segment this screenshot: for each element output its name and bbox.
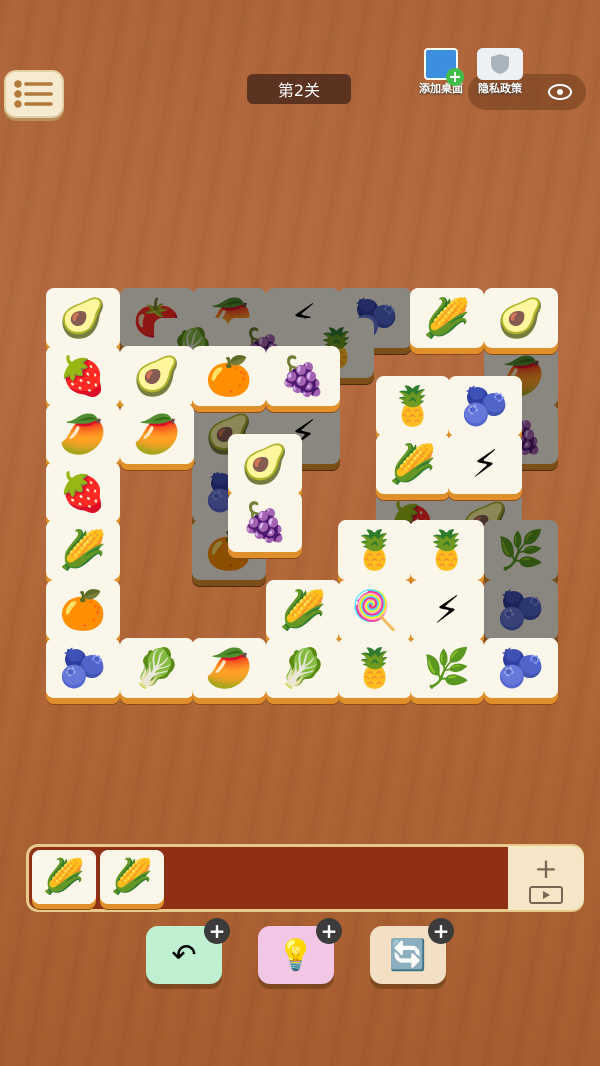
- plus-icon: +: [534, 851, 558, 885]
- undo-button[interactable]: ↶ +: [146, 918, 230, 984]
- hint-button[interactable]: 💡 +: [258, 918, 342, 984]
- tile-herb[interactable]: 🌿: [410, 638, 484, 698]
- tile-orange[interactable]: 🍊: [192, 346, 266, 406]
- shuffle-icon: 🔄: [389, 937, 427, 973]
- tile-candy[interactable]: 🍭: [338, 580, 412, 640]
- tile-blueberry[interactable]: 🫐: [448, 376, 522, 436]
- tile-pineapple[interactable]: 🍍: [376, 376, 450, 436]
- tile-corn[interactable]: 🌽: [410, 288, 484, 348]
- tile-corn[interactable]: 🌽: [266, 580, 340, 640]
- tile-papaya[interactable]: 🥭: [120, 404, 194, 464]
- hint-icon: 💡: [277, 937, 315, 973]
- tile-lightning[interactable]: ⚡: [410, 580, 484, 640]
- tile-avocado[interactable]: 🥑: [228, 434, 302, 494]
- tile-papaya[interactable]: 🥭: [192, 638, 266, 698]
- tile-grape[interactable]: 🍇: [266, 346, 340, 406]
- tile-grape[interactable]: 🍇: [228, 492, 302, 552]
- tile-strawberry[interactable]: 🍓: [46, 462, 120, 522]
- tile-pineapple[interactable]: 🍍: [338, 520, 412, 580]
- undo-icon: ↶: [171, 937, 197, 973]
- tray-tile-corn: 🌽: [32, 850, 96, 904]
- tile-avocado[interactable]: 🥑: [120, 346, 194, 406]
- tile-lettuce[interactable]: 🥬: [120, 638, 194, 698]
- tile-avocado[interactable]: 🥑: [46, 288, 120, 348]
- tile-blueberry[interactable]: 🫐: [46, 638, 120, 698]
- add-slot-button[interactable]: +: [508, 846, 584, 910]
- plus-badge: +: [428, 918, 454, 944]
- shuffle-button[interactable]: 🔄 +: [370, 918, 454, 984]
- tile-pineapple[interactable]: 🍍: [410, 520, 484, 580]
- tile-lightning[interactable]: ⚡: [448, 434, 522, 494]
- plus-badge: +: [316, 918, 342, 944]
- tile-orange[interactable]: 🍊: [46, 580, 120, 640]
- tile-pineapple[interactable]: 🍍: [338, 638, 412, 698]
- tray-tile-corn: 🌽: [100, 850, 164, 904]
- tile-strawberry[interactable]: 🍓: [46, 346, 120, 406]
- video-icon: [529, 885, 563, 904]
- plus-badge: +: [204, 918, 230, 944]
- tile-avocado[interactable]: 🥑: [484, 288, 558, 348]
- tile-blueberry[interactable]: 🫐: [484, 638, 558, 698]
- tile-herb: 🌿: [484, 520, 558, 580]
- tile-blueberry: 🫐: [484, 580, 558, 640]
- tile-papaya[interactable]: 🥭: [46, 404, 120, 464]
- tile-lettuce[interactable]: 🥬: [266, 638, 340, 698]
- tile-corn[interactable]: 🌽: [46, 520, 120, 580]
- tile-corn[interactable]: 🌽: [376, 434, 450, 494]
